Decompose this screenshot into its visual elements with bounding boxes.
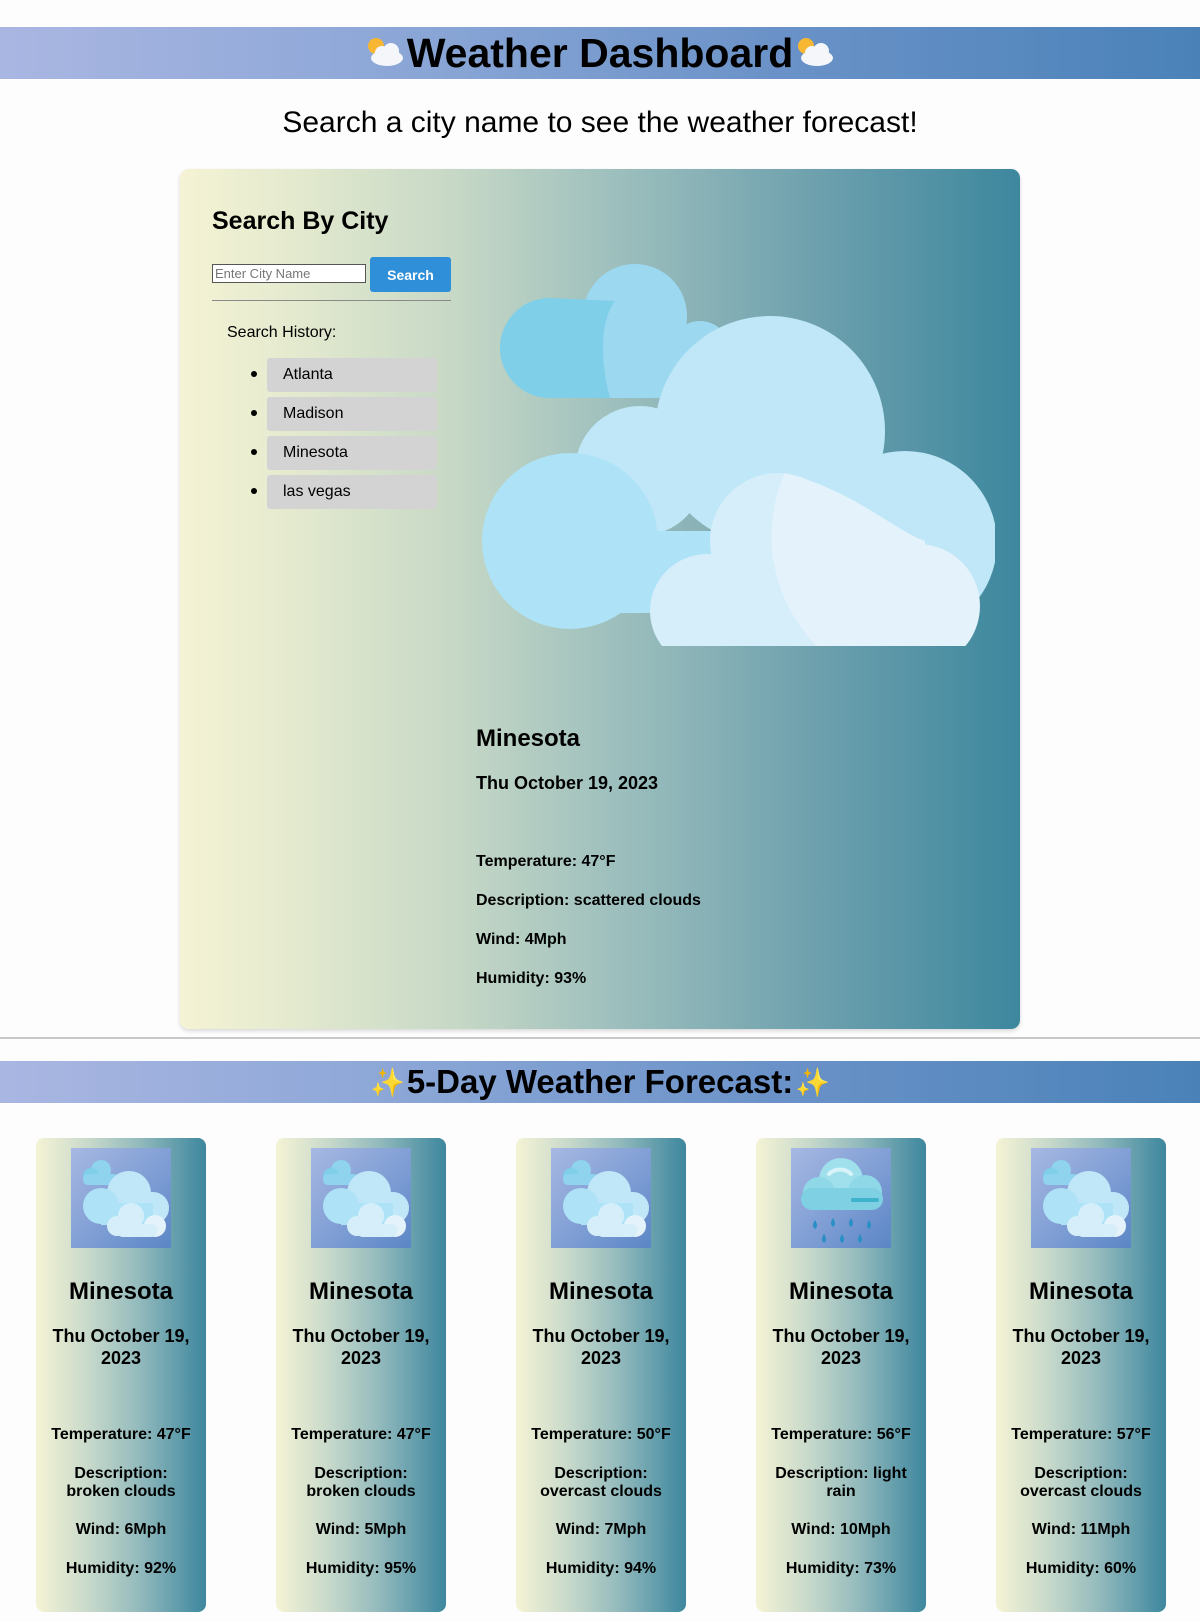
forecast-temperature: Temperature: 47°F [291,1426,431,1443]
current-wind: Wind: 4Mph [476,931,567,948]
forecast-date: Thu October 19, 2023 [292,1326,430,1368]
forecast-city: Minesota [548,1278,653,1305]
current-date: Thu October 19, 2023 [476,773,659,793]
current-temperature: Temperature: 47°F [476,853,616,870]
forecast-city: Minesota [68,1278,173,1305]
forecast-description: Description: broken clouds [66,1465,176,1500]
forecast-wind: Wind: 5Mph [315,1521,407,1538]
forecast-title: ✨ 5-Day Weather Forecast: ✨ [368,1063,832,1101]
history-button-madison[interactable]: Madison [267,397,437,431]
forecast-card: Minesota Thu October 19, 2023 Temperatur… [756,1138,926,1612]
forecast-temperature: Temperature: 57°F [1011,1426,1151,1443]
divider [212,300,451,301]
bullet [251,371,257,377]
forecast-city: Minesota [1028,1278,1133,1305]
forecast-humidity: Humidity: 73% [785,1560,897,1577]
sun-behind-cloud-icon [795,30,835,77]
broken-clouds-icon [71,1148,171,1248]
forecast-description: Description: overcast clouds [1020,1465,1142,1500]
current-weather-panel: Search By City Search Search History: At… [180,169,1020,1029]
search-history-label: Search History: [227,324,337,341]
forecast-humidity: Humidity: 92% [65,1560,177,1577]
forecast-humidity: Humidity: 60% [1025,1560,1137,1577]
current-humidity: Humidity: 93% [476,970,587,987]
search-title: Search By City [212,207,389,235]
broken-clouds-icon [311,1148,411,1248]
light-rain-icon [791,1148,891,1248]
forecast-description: Description: light rain [775,1465,907,1500]
forecast-card: Minesota Thu October 19, 2023 Temperatur… [36,1138,206,1612]
forecast-temperature: Temperature: 50°F [531,1426,671,1443]
history-button-atlanta[interactable]: Atlanta [267,358,437,392]
bullet [251,410,257,416]
forecast-humidity: Humidity: 94% [545,1560,657,1577]
forecast-description: Description: overcast clouds [540,1465,662,1500]
current-city-name: Minesota [476,725,581,752]
forecast-wind: Wind: 10Mph [791,1521,891,1538]
city-search-input[interactable] [212,264,366,283]
forecast-city: Minesota [308,1278,413,1305]
sparkles-icon: ✨ [369,1066,405,1098]
forecast-card: Minesota Thu October 19, 2023 Temperatur… [516,1138,686,1612]
forecast-description: Description: broken clouds [306,1465,416,1500]
page-title: Weather Dashboard [363,30,838,77]
header-banner: Weather Dashboard [0,27,1200,79]
forecast-date: Thu October 19, 2023 [532,1326,670,1368]
current-description: Description: scattered clouds [476,892,701,909]
forecast-banner: ✨ 5-Day Weather Forecast: ✨ [0,1061,1200,1103]
forecast-temperature: Temperature: 56°F [771,1426,911,1443]
bullet [251,449,257,455]
forecast-humidity: Humidity: 95% [305,1560,417,1577]
forecast-temperature: Temperature: 47°F [51,1426,191,1443]
forecast-card: Minesota Thu October 19, 2023 Temperatur… [276,1138,446,1612]
forecast-wind: Wind: 6Mph [75,1521,167,1538]
forecast-date: Thu October 19, 2023 [52,1326,190,1368]
forecast-wind: Wind: 11Mph [1031,1521,1131,1538]
forecast-date: Thu October 19, 2023 [1012,1326,1150,1368]
history-button-minesota[interactable]: Minesota [267,436,437,470]
forecast-title-text: 5-Day Weather Forecast: [406,1063,794,1100]
overcast-clouds-icon [551,1148,651,1248]
forecast-date: Thu October 19, 2023 [772,1326,910,1368]
forecast-wind: Wind: 7Mph [555,1521,647,1538]
bullet [251,488,257,494]
sparkles-icon: ✨ [795,1066,831,1098]
page-title-text: Weather Dashboard [406,29,794,76]
forecast-card: Minesota Thu October 19, 2023 Temperatur… [996,1138,1166,1612]
search-button[interactable]: Search [370,257,451,292]
forecast-city: Minesota [788,1278,893,1305]
overcast-clouds-icon [1031,1148,1131,1248]
section-divider [0,1037,1200,1039]
history-button-las-vegas[interactable]: las vegas [267,475,437,509]
page-subtitle: Search a city name to see the weather fo… [282,106,918,139]
scattered-clouds-icon [482,264,995,646]
sun-behind-cloud-icon [365,30,405,77]
